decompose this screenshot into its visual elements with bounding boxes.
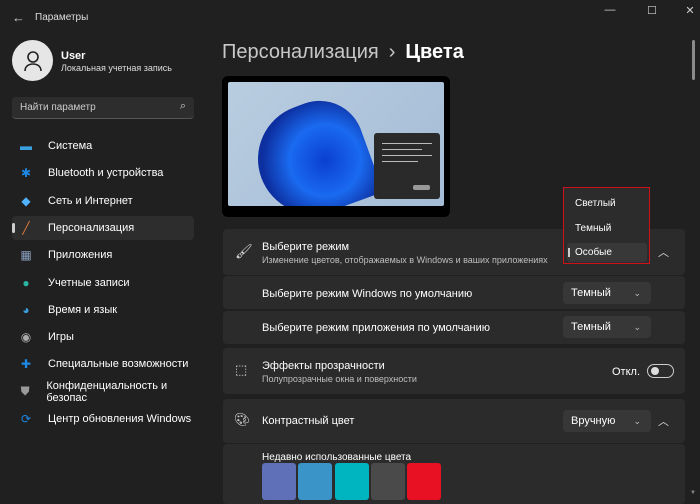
sidebar-item-label: Специальные возможности bbox=[48, 358, 189, 371]
sidebar-item-label: Учетные записи bbox=[48, 276, 130, 289]
bloom-wallpaper bbox=[242, 88, 384, 206]
wifi-icon: ◆ bbox=[21, 193, 31, 208]
transparency-state: Откл. bbox=[612, 366, 641, 378]
color-swatch[interactable] bbox=[262, 463, 296, 500]
chevron-down-icon: ⌄ bbox=[633, 287, 641, 298]
sidebar-item[interactable]: ◆ Сеть и Интернет bbox=[12, 189, 194, 213]
account-type: Локальная учетная запись bbox=[61, 63, 172, 73]
sidebar-item-label: Bluetooth и устройства bbox=[48, 167, 164, 180]
sidebar-item-label: Игры bbox=[48, 331, 74, 344]
globe-clock-icon: ◕ bbox=[22, 302, 30, 317]
shield-icon: ⛊ bbox=[20, 384, 30, 399]
sidebar-item-label: Центр обновления Windows bbox=[48, 413, 192, 425]
recent-colors-label: Недавно использованные цвета bbox=[262, 452, 412, 463]
update-icon: ⟳ bbox=[20, 412, 32, 426]
search-placeholder: Найти параметр bbox=[20, 102, 96, 113]
preview-window bbox=[374, 133, 440, 199]
scroll-down-icon[interactable]: ▼ bbox=[690, 490, 696, 496]
transparency-subtitle: Полупрозрачные окна и поверхности bbox=[262, 374, 417, 384]
sidebar-item[interactable]: ⛊ Конфиденциальность и безопас bbox=[12, 380, 194, 404]
avatar bbox=[12, 40, 53, 81]
windows-mode-dropdown[interactable]: Темный ⌄ bbox=[563, 282, 651, 304]
sidebar-item-label: Приложения bbox=[48, 249, 113, 262]
back-button[interactable]: ← bbox=[12, 10, 25, 25]
accent-title: Контрастный цвет bbox=[262, 415, 355, 427]
gamepad-icon: ◉ bbox=[20, 330, 32, 345]
mode-subtitle: Изменение цветов, отображаемых в Windows… bbox=[262, 255, 548, 265]
search-icon: ⌕ bbox=[179, 100, 186, 112]
transparency-icon: ⬚ bbox=[235, 362, 248, 377]
user-name: User bbox=[61, 50, 86, 62]
sidebar-item[interactable]: ◕ Время и язык bbox=[12, 298, 194, 322]
color-swatch[interactable] bbox=[407, 463, 442, 500]
transparency-card: ⬚ Эффекты прозрачности Полупрозрачные ок… bbox=[223, 348, 685, 394]
option-custom[interactable]: Особые bbox=[567, 243, 647, 262]
sidebar-item-label: Сеть и Интернет bbox=[48, 194, 133, 207]
mode-title: Выберите режим bbox=[262, 241, 350, 253]
scrollbar[interactable] bbox=[692, 40, 695, 80]
accent-value: Вручную bbox=[571, 415, 616, 427]
app-mode-value: Темный bbox=[571, 321, 611, 333]
sidebar-item-label: Система bbox=[48, 140, 93, 152]
chevron-down-icon: ⌄ bbox=[633, 415, 641, 426]
palette-icon: 🎨︎ bbox=[234, 412, 251, 427]
maximize-button[interactable]: ☐ bbox=[638, 4, 666, 20]
color-swatch[interactable] bbox=[298, 463, 333, 500]
accent-dropdown[interactable]: Вручную ⌄ bbox=[563, 410, 651, 432]
window-title: Параметры bbox=[35, 12, 89, 23]
windows-mode-value: Темный bbox=[571, 287, 611, 299]
breadcrumb-separator: › bbox=[388, 41, 396, 63]
option-light[interactable]: Светлый bbox=[575, 198, 616, 209]
search-input[interactable]: Найти параметр ⌕ bbox=[12, 97, 194, 119]
breadcrumb-parent[interactable]: Персонализация bbox=[222, 41, 379, 64]
monitor-icon: ▬ bbox=[20, 139, 32, 153]
minimize-button[interactable]: — bbox=[596, 4, 624, 20]
theme-preview bbox=[222, 76, 450, 217]
app-mode-label: Выберите режим приложения по умолчанию bbox=[262, 322, 491, 334]
sidebar-item[interactable]: ✱ Bluetooth и устройства bbox=[12, 161, 194, 185]
sidebar-item[interactable]: ✚ Специальные возможности bbox=[12, 352, 194, 376]
sidebar-item[interactable]: ▬ Система bbox=[12, 134, 194, 158]
color-swatch[interactable] bbox=[334, 463, 369, 500]
chevron-up-icon[interactable]: ︿ bbox=[658, 413, 669, 429]
sidebar-item-label: Время и язык bbox=[48, 303, 118, 316]
sidebar-item-label: Персонализация bbox=[48, 221, 135, 234]
chevron-down-icon: ⌄ bbox=[633, 321, 641, 332]
transparency-toggle[interactable] bbox=[647, 364, 674, 378]
sidebar-item[interactable]: ◉ Игры bbox=[12, 325, 194, 349]
option-custom-label: Особые bbox=[575, 247, 612, 258]
person-icon bbox=[23, 50, 42, 71]
paintbrush-icon: 🖌︎ bbox=[235, 243, 253, 259]
bluetooth-icon: ✱ bbox=[20, 166, 32, 181]
breadcrumb: Персонализация › Цвета bbox=[222, 41, 464, 64]
sidebar-item[interactable]: ⟳ Центр обновления Windows bbox=[12, 407, 194, 431]
sidebar-item-label: Конфиденциальность и безопас bbox=[46, 379, 168, 404]
brush-icon: ╱ bbox=[22, 220, 30, 235]
sidebar-item[interactable]: ● Учетные записи bbox=[12, 271, 194, 295]
option-dark[interactable]: Темный bbox=[575, 223, 611, 234]
sidebar-item[interactable]: ╱ Персонализация bbox=[12, 215, 194, 240]
sidebar-item[interactable]: ▦ Приложения bbox=[12, 243, 194, 267]
page-title: Цвета bbox=[405, 41, 464, 63]
windows-mode-label: Выберите режим Windows по умолчанию bbox=[262, 288, 473, 300]
transparency-title: Эффекты прозрачности bbox=[262, 360, 385, 372]
mode-dropdown-popup[interactable]: Светлый Темный Особые bbox=[563, 187, 650, 264]
apps-icon: ▦ bbox=[20, 248, 32, 263]
accessibility-icon: ✚ bbox=[20, 357, 32, 372]
app-mode-dropdown[interactable]: Темный ⌄ bbox=[563, 316, 651, 338]
person-icon: ● bbox=[22, 275, 30, 290]
chevron-up-icon[interactable]: ︿ bbox=[658, 244, 669, 260]
close-button[interactable]: ✕ bbox=[676, 4, 700, 20]
color-swatch[interactable] bbox=[370, 463, 405, 500]
